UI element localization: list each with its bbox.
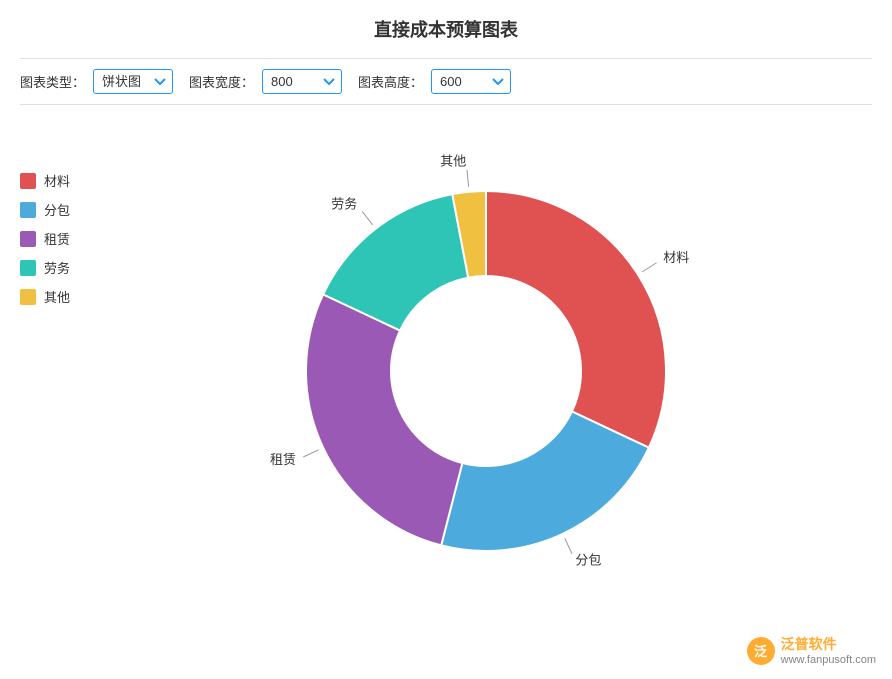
donut-slice: [486, 191, 666, 448]
chart-area: 材料 分包 租赁 劳务 其他 材料分包租赁劳务其他: [20, 121, 872, 621]
legend-color-swatch: [20, 173, 36, 189]
chart-width-label: 图表宽度：: [189, 72, 254, 91]
legend-color-swatch: [20, 260, 36, 276]
page-container: 直接成本预算图表 图表类型： 饼状图 柱状图 折线图 图表宽度： 600 800…: [0, 0, 892, 679]
donut-chart: 材料分包 租赁 劳务 其他: [216, 131, 776, 611]
legend-color-swatch: [20, 289, 36, 305]
chart-height-select[interactable]: 400 500 600 700 800: [431, 69, 511, 94]
watermark: 泛 泛普软件 www.fanpusoft.com: [747, 635, 876, 667]
label-line: [642, 263, 656, 272]
watermark-website: www.fanpusoft.com: [781, 653, 876, 667]
legend-label: 租赁: [44, 229, 70, 248]
legend-label: 分包: [44, 200, 70, 219]
watermark-text-block: 泛普软件 www.fanpusoft.com: [781, 635, 876, 667]
donut-chart-wrapper: 材料分包 租赁 劳务 其他: [120, 131, 872, 611]
legend-item: 材料: [20, 171, 100, 190]
legend-label: 劳务: [44, 258, 70, 277]
legend-item: 租赁: [20, 229, 100, 248]
chart-width-group: 图表宽度： 600 800 1000 1200: [189, 69, 342, 94]
chart-type-select[interactable]: 饼状图 柱状图 折线图: [93, 69, 173, 94]
legend-color-swatch: [20, 231, 36, 247]
chart-type-label: 图表类型：: [20, 72, 85, 91]
chart-height-label: 图表高度：: [358, 72, 423, 91]
slice-label: 劳务: [331, 197, 357, 212]
donut-slice: [441, 411, 649, 551]
legend-label: 材料: [44, 171, 70, 190]
legend-item: 其他: [20, 287, 100, 306]
donut-slice: [306, 294, 462, 545]
label-line: [303, 450, 318, 457]
slice-label: 租赁: [270, 452, 296, 467]
label-line: [565, 538, 572, 553]
chart-height-group: 图表高度： 400 500 600 700 800: [358, 69, 511, 94]
legend: 材料 分包 租赁 劳务 其他: [20, 131, 100, 306]
toolbar: 图表类型： 饼状图 柱状图 折线图 图表宽度： 600 800 1000 120…: [20, 58, 872, 105]
slice-label: 其他: [440, 153, 466, 168]
page-title: 直接成本预算图表: [20, 16, 872, 42]
chart-width-select[interactable]: 600 800 1000 1200: [262, 69, 342, 94]
legend-item: 分包: [20, 200, 100, 219]
legend-color-swatch: [20, 202, 36, 218]
label-line: [467, 170, 469, 187]
watermark-icon-text: 泛: [754, 641, 767, 660]
watermark-icon: 泛: [747, 637, 775, 665]
legend-label: 其他: [44, 287, 70, 306]
slice-label: 材料: [663, 250, 689, 265]
watermark-brand: 泛普软件: [781, 635, 876, 653]
label-line: [362, 211, 372, 224]
chart-type-group: 图表类型： 饼状图 柱状图 折线图: [20, 69, 173, 94]
legend-item: 劳务: [20, 258, 100, 277]
slice-label: 分包: [575, 552, 601, 567]
